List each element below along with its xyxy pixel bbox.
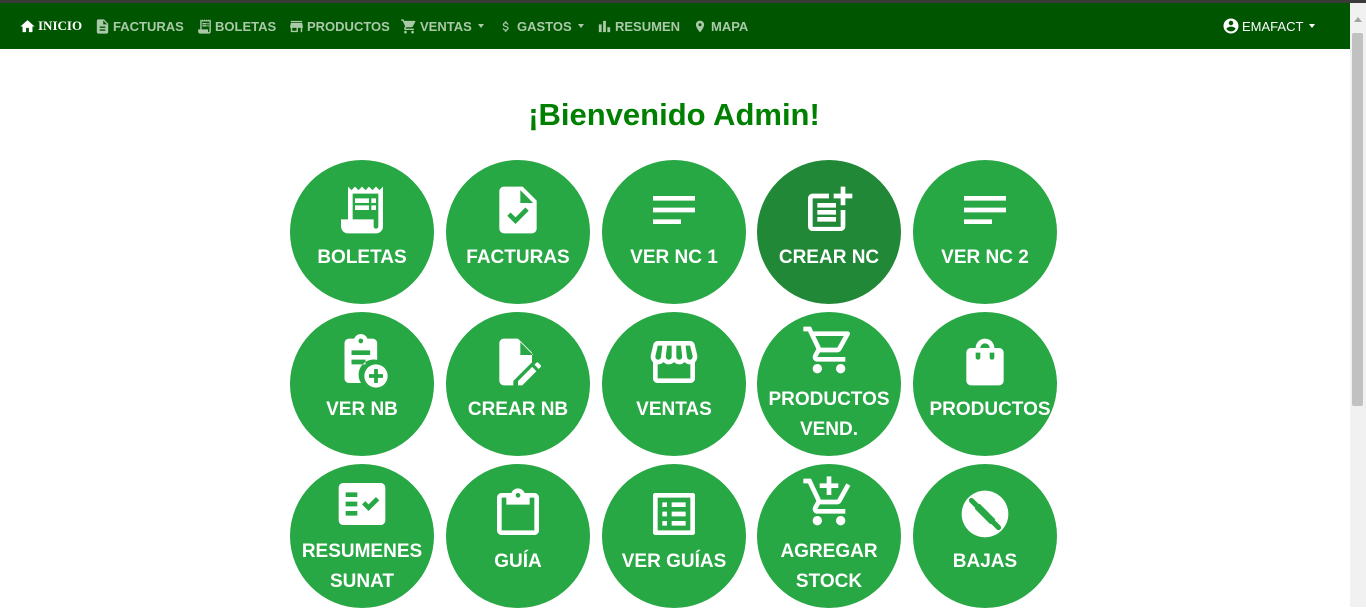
bar-chart-icon (598, 20, 611, 32)
nav-inicio[interactable]: INICIO (19, 3, 82, 49)
tile-ver-nb[interactable]: VER NB (290, 312, 434, 456)
tile-agregar-line2: STOCK (795, 571, 863, 592)
tile-productos-label: PRODUCTOS (929, 399, 1051, 420)
tile-crear-nb[interactable]: CREAR NB (446, 312, 590, 456)
nav-resumen-label: RESUMEN (615, 18, 681, 34)
tile-ventas-label: VENTAS (636, 399, 712, 420)
block-icon (957, 486, 1013, 542)
nav-boletas-label: BOLETAS (215, 18, 277, 34)
account-circle-icon (1223, 18, 1239, 34)
chevron-down-icon (477, 24, 484, 28)
nav-productos[interactable]: PRODUCTOS (288, 3, 390, 49)
tile-productos-vend-line2: VEND. (799, 419, 859, 440)
tile-bajas-label: BAJAS (952, 551, 1018, 572)
user-menu-label: EMAFACT (1242, 18, 1304, 34)
tile-ver-nc-1-label: VER NC 1 (630, 247, 718, 268)
tile-crear-nc[interactable]: CREAR NC (757, 160, 901, 304)
tile-facturas-label: FACTURAS (466, 247, 570, 268)
tile-ver-nc-2-label: VER NC 2 (941, 247, 1029, 268)
tile-ver-nc-1[interactable]: VER NC 1 (602, 160, 746, 304)
tile-resumenes-sunat-label: RESUMENES SUNAT (290, 537, 434, 597)
post-add-icon (801, 182, 857, 238)
tile-guia-label: GUÍA (494, 551, 542, 572)
shopping-cart-icon (801, 322, 857, 378)
home-icon (20, 19, 35, 32)
scroll-up-arrow-icon[interactable] (1354, 17, 1362, 22)
tile-ventas[interactable]: VENTAS (602, 312, 746, 456)
tile-ver-nb-label: VER NB (326, 399, 398, 420)
dollar-icon (502, 20, 509, 32)
tile-productos[interactable]: PRODUCTOS (913, 312, 1057, 456)
page-scrollbar[interactable] (1350, 3, 1366, 607)
tile-ver-nc-2[interactable]: VER NC 2 (913, 160, 1057, 304)
tile-ver-guias-label: VER GUÍAS (621, 551, 727, 572)
tile-ver-guias[interactable]: VER GUÍAS (602, 464, 746, 608)
welcome-heading: ¡Bienvenido Admin! (528, 97, 820, 132)
clipboard-add-icon (334, 334, 390, 390)
document-icon (96, 18, 109, 34)
nav-facturas-label: FACTURAS (113, 18, 184, 34)
tile-agregar-stock[interactable]: AGREGAR STOCK (757, 464, 901, 608)
chevron-down-icon (1309, 24, 1316, 28)
scrollbar-thumb[interactable] (1352, 33, 1363, 406)
fact-check-icon (334, 476, 390, 532)
nav-ventas-dropdown[interactable]: VENTAS (400, 3, 484, 49)
nav-mapa-label: MAPA (711, 18, 749, 34)
notes-icon (957, 182, 1013, 238)
shopping-bag-icon (957, 334, 1013, 390)
tile-resumenes-line2: SUNAT (329, 571, 395, 592)
clipboard-icon (490, 486, 546, 542)
tile-productos-vend-line1: PRODUCTOS (768, 389, 890, 410)
receipt-icon (334, 182, 390, 238)
tile-guia[interactable]: GUÍA (446, 464, 590, 608)
tile-resumenes-line1: RESUMENES (301, 541, 423, 562)
tile-facturas[interactable]: FACTURAS (446, 160, 590, 304)
tile-crear-nb-label: CREAR NB (467, 399, 569, 420)
nav-mapa[interactable]: MAPA (693, 3, 748, 49)
tile-agregar-stock-label: AGREGAR STOCK (757, 537, 901, 597)
tile-resumenes-sunat[interactable]: RESUMENES SUNAT (290, 464, 434, 608)
store-icon (290, 20, 303, 32)
nav-facturas[interactable]: FACTURAS (94, 3, 184, 49)
add-cart-icon (801, 474, 857, 530)
tile-bajas[interactable]: BAJAS (913, 464, 1057, 608)
top-navbar: INICIO FACTURAS BOLETAS PRODUCTOS VENTAS… (0, 3, 1350, 49)
nav-gastos-label: GASTOS (517, 18, 572, 34)
tile-boletas-label: BOLETAS (317, 247, 407, 268)
storefront-icon (646, 334, 702, 390)
file-edit-icon (490, 334, 546, 390)
nav-productos-label: PRODUCTOS (307, 18, 390, 34)
user-menu-dropdown[interactable]: EMAFACT (1222, 3, 1316, 49)
file-check-icon (490, 182, 546, 238)
tile-crear-nc-label: CREAR NC (778, 247, 880, 268)
list-alt-icon (646, 486, 702, 542)
chevron-down-icon (577, 24, 584, 28)
tile-productos-vend[interactable]: PRODUCTOS VEND. (757, 312, 901, 456)
nav-gastos-dropdown[interactable]: GASTOS (499, 3, 584, 49)
map-pin-icon (695, 20, 705, 32)
tile-productos-vend-label: PRODUCTOS VEND. (757, 385, 901, 445)
receipt-icon (198, 18, 211, 34)
cart-icon (401, 18, 416, 34)
nav-inicio-label: INICIO (38, 18, 83, 33)
tile-agregar-line1: AGREGAR (780, 541, 878, 562)
nav-boletas[interactable]: BOLETAS (196, 3, 276, 49)
notes-icon (646, 182, 702, 238)
tile-boletas[interactable]: BOLETAS (290, 160, 434, 304)
nav-ventas-label: VENTAS (420, 18, 472, 34)
nav-resumen[interactable]: RESUMEN (596, 3, 680, 49)
